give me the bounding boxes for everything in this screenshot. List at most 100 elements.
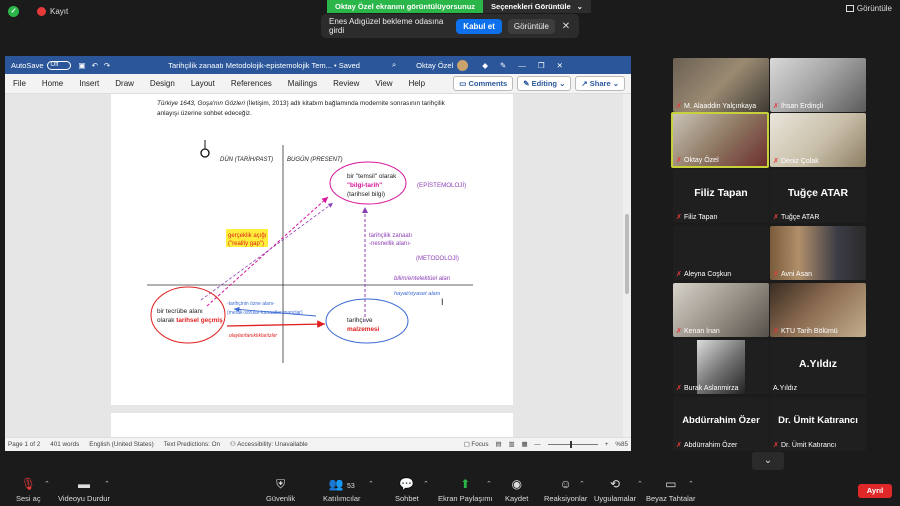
participant-tile[interactable]: ✗ KTU Tarih Bölümü bbox=[770, 283, 866, 337]
participant-name: Oktay Özel bbox=[684, 157, 719, 164]
record-button[interactable]: ◉ Kaydet bbox=[505, 477, 528, 503]
recording-indicator[interactable]: ✓ Kayıt bbox=[8, 4, 68, 18]
language[interactable]: English (United States) bbox=[89, 441, 153, 448]
mute-options-caret[interactable]: ⌃ bbox=[44, 480, 50, 488]
chat-button[interactable]: 💬 Sohbet bbox=[395, 477, 419, 503]
participant-tile[interactable]: Tuğçe ATAR ✗ Tuğçe ATAR bbox=[770, 169, 866, 223]
unmute-button[interactable]: 🎙 Sesi aç bbox=[16, 477, 41, 503]
document-title[interactable]: Tarihçilik zanaatı Metodolojik-epistemol… bbox=[168, 61, 360, 70]
see-waiting-room-button[interactable]: Görüntüle bbox=[507, 18, 555, 34]
accept-button[interactable]: Kabul et bbox=[456, 18, 502, 34]
participant-name: İhsan Erdinçli bbox=[781, 103, 824, 110]
craft-line-2: -nesnellik alanı- bbox=[369, 241, 411, 247]
menu-insert[interactable]: Insert bbox=[71, 79, 107, 88]
close-window-icon[interactable]: ✕ bbox=[557, 61, 563, 70]
video-options-caret[interactable]: ⌃ bbox=[104, 480, 110, 488]
menu-file[interactable]: File bbox=[5, 79, 34, 88]
participants-button[interactable]: 👥 53 Katılımcılar bbox=[323, 477, 361, 503]
view-toggle-button[interactable]: Görüntüle bbox=[845, 4, 892, 13]
gallery-next-page-button[interactable]: ⌄ bbox=[752, 452, 784, 470]
participant-tile[interactable]: ✗ M. Alaaddin Yalçınkaya bbox=[673, 58, 769, 112]
autosave-toggle[interactable]: Off bbox=[46, 60, 71, 70]
menu-review[interactable]: Review bbox=[325, 79, 367, 88]
participant-tile-active[interactable]: ✗ Oktay Özel bbox=[671, 112, 769, 168]
undo-icon[interactable]: ↶ bbox=[92, 61, 98, 70]
redo-icon[interactable]: ↷ bbox=[104, 61, 110, 70]
zoom-in-icon[interactable]: + bbox=[605, 441, 609, 448]
chat-options-caret[interactable]: ⌃ bbox=[423, 480, 429, 488]
user-name[interactable]: Oktay Özel bbox=[416, 61, 453, 70]
comments-button[interactable]: ▭ Comments bbox=[453, 76, 514, 91]
epistemology-label: (EPİSTEMOLOJİ) bbox=[417, 182, 466, 189]
vertical-scrollbar[interactable] bbox=[623, 94, 631, 437]
participant-name: Tuğçe ATAR bbox=[781, 214, 820, 221]
text-predictions[interactable]: Text Predictions: On bbox=[164, 441, 220, 448]
menu-design[interactable]: Design bbox=[142, 79, 183, 88]
word-count[interactable]: 401 words bbox=[50, 441, 79, 448]
participant-name: Burak Aslanmirza bbox=[684, 385, 739, 392]
participant-name: Deniz Çolak bbox=[781, 158, 819, 165]
print-layout-icon[interactable]: ▥ bbox=[509, 441, 515, 448]
mic-muted-icon: ✗ bbox=[676, 214, 682, 221]
participant-tile[interactable]: Dr. Ümit Katırancı ✗ Dr. Ümit Katırancı bbox=[770, 397, 866, 451]
pen-icon[interactable]: ✎ bbox=[500, 61, 506, 70]
science-field-label: bilim/entelektüel alan bbox=[394, 276, 451, 282]
menu-mailings[interactable]: Mailings bbox=[280, 79, 325, 88]
participant-tile[interactable]: A.Yıldız A.Yıldız bbox=[770, 340, 866, 394]
menu-help[interactable]: Help bbox=[401, 79, 433, 88]
participant-tile[interactable]: ✗ Kenan İnan bbox=[673, 283, 769, 337]
participant-tile[interactable]: ✗ Deniz Çolak bbox=[770, 113, 866, 167]
participant-tile[interactable]: Abdürrahim Özer ✗ Abdürrahim Özer bbox=[673, 397, 769, 451]
apps-options-caret[interactable]: ⌃ bbox=[637, 480, 643, 488]
participant-display-name: A.Yıldız bbox=[799, 358, 837, 370]
participant-tile[interactable]: ✗ Aleyna Coşkun bbox=[673, 226, 769, 280]
top-ellipse-line-1: bir "temsil" olarak bbox=[347, 173, 397, 180]
word-status-bar: Page 1 of 2 401 words English (United St… bbox=[5, 437, 631, 451]
view-options-button[interactable]: Seçenekleri Görüntüle ⌄ bbox=[483, 0, 591, 13]
participant-tile[interactable]: Filiz Tapan ✗ Filiz Tapan bbox=[673, 169, 769, 223]
minimize-icon[interactable]: — bbox=[518, 61, 526, 70]
share-options-caret[interactable]: ⌃ bbox=[486, 480, 492, 488]
read-mode-icon[interactable]: ▤ bbox=[496, 441, 502, 448]
scrollbar-thumb[interactable] bbox=[625, 214, 629, 294]
apps-button[interactable]: ⟲ Uygulamalar bbox=[594, 477, 636, 503]
participant-tile[interactable]: ✗ Avni Asan bbox=[770, 226, 866, 280]
security-button[interactable]: ⛨ Güvenlik bbox=[266, 477, 295, 503]
menu-references[interactable]: References bbox=[223, 79, 280, 88]
editing-button[interactable]: ✎ Editing ⌄ bbox=[517, 76, 572, 91]
menu-draw[interactable]: Draw bbox=[107, 79, 142, 88]
share-screen-button[interactable]: ⬆ Ekran Paylaşımı bbox=[438, 477, 493, 503]
document-page[interactable]: Türkiye 1643, Goşa'nın Gözleri (İletişim… bbox=[111, 94, 513, 405]
restore-icon[interactable]: ❐ bbox=[538, 61, 545, 70]
focus-button[interactable]: ▢ Focus bbox=[464, 441, 489, 448]
accessibility-status[interactable]: ⚇ Accessibility: Unavailable bbox=[230, 441, 308, 448]
participant-tile[interactable]: ✗ Burak Aslanmirza bbox=[673, 340, 769, 394]
menu-view[interactable]: View bbox=[367, 79, 400, 88]
web-layout-icon[interactable]: ▦ bbox=[521, 441, 527, 448]
left-ellipse-line-2b: tarihsel geçmiş bbox=[176, 317, 223, 324]
participant-tile[interactable]: ✗ İhsan Erdinçli bbox=[770, 58, 866, 112]
leave-button[interactable]: Ayrıl bbox=[858, 484, 892, 498]
avatar[interactable] bbox=[457, 59, 469, 71]
menu-layout[interactable]: Layout bbox=[183, 79, 223, 88]
reality-gap-line-1: gerçeklik açığı bbox=[228, 233, 267, 239]
stop-video-button[interactable]: ▬ Videoyu Durdur bbox=[58, 477, 110, 503]
diamond-icon[interactable]: ◆ bbox=[482, 61, 488, 70]
zoom-out-icon[interactable]: — bbox=[534, 441, 540, 448]
page-count[interactable]: Page 1 of 2 bbox=[8, 441, 40, 448]
zoom-slider-knob[interactable] bbox=[569, 441, 572, 448]
zoom-slider[interactable] bbox=[547, 441, 598, 448]
document-page-2[interactable] bbox=[111, 413, 513, 437]
save-icon[interactable]: ▣ bbox=[79, 61, 86, 70]
whiteboard-options-caret[interactable]: ⌃ bbox=[688, 480, 694, 488]
document-area[interactable]: Türkiye 1643, Goşa'nın Gözleri (İletişim… bbox=[5, 94, 631, 437]
zoom-level[interactable]: %85 bbox=[615, 441, 628, 448]
share-button[interactable]: ↗ Share ⌄ bbox=[575, 76, 625, 91]
close-icon[interactable]: ✕ bbox=[561, 21, 571, 32]
reactions-options-caret[interactable]: ⌃ bbox=[579, 480, 585, 488]
menu-home[interactable]: Home bbox=[34, 79, 71, 88]
search-icon[interactable]: ⌕ bbox=[392, 60, 396, 70]
participants-options-caret[interactable]: ⌃ bbox=[368, 480, 374, 488]
intro-line-2: anlayışı üzerine sohbet edeceğiz. bbox=[157, 110, 252, 117]
intro-rest: (İletişim, 2013) adlı kitabım bağlamında… bbox=[245, 98, 446, 107]
